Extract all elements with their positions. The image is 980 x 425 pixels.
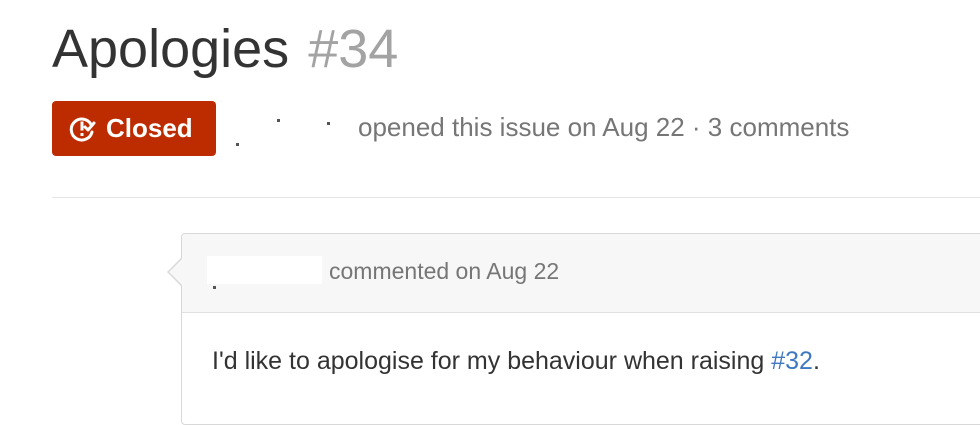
redacted-dot [213, 286, 216, 289]
redacted-dot [277, 119, 280, 122]
comment-meta: commented on Aug 22 [329, 258, 560, 284]
comment-arrow-fill [169, 258, 183, 286]
issue-number: #34 [308, 19, 399, 79]
redacted-commenter [207, 256, 322, 284]
issue-reference-link[interactable]: #32 [771, 347, 813, 375]
divider [52, 197, 980, 198]
issue-state-badge: Closed [52, 101, 216, 156]
comment-body-text: I'd like to apologise for my behaviour w… [212, 347, 772, 375]
issue-closed-icon [68, 115, 96, 143]
redacted-dot [327, 122, 330, 125]
comment-body: I'd like to apologise for my behaviour w… [212, 347, 820, 376]
comment-header: commented on Aug 22 [182, 234, 980, 313]
issue-state-label: Closed [106, 113, 193, 143]
comment-body-suffix: . [812, 347, 820, 375]
issue-meta: opened this issue on Aug 22 · 3 comments [358, 112, 850, 142]
redacted-dot [236, 143, 239, 146]
comment: commented on Aug 22 I'd like to apologis… [167, 233, 980, 425]
issue-title: Apologies #34 [52, 14, 398, 84]
issue-title-text: Apologies [52, 19, 290, 79]
redacted-author [230, 112, 340, 148]
